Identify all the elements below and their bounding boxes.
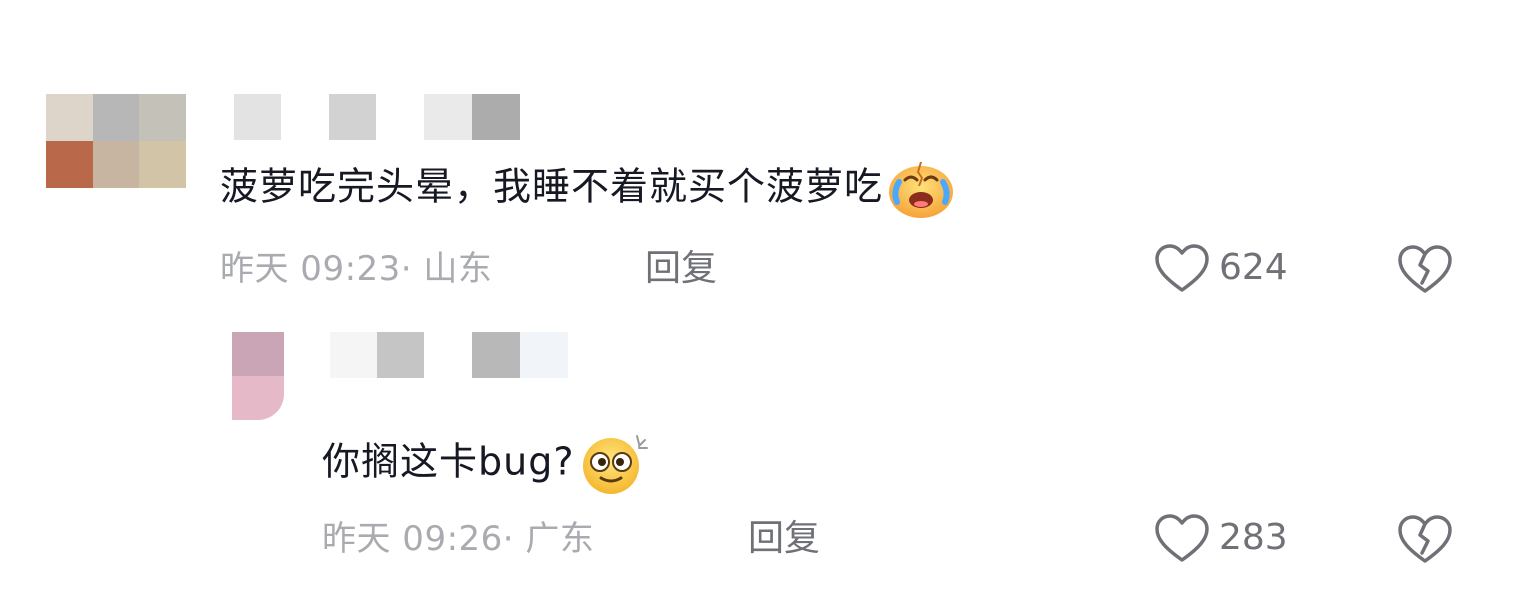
heart-icon: [1153, 242, 1211, 294]
mosaic-cell: [330, 332, 377, 378]
mosaic-cell: [232, 376, 284, 420]
dislike-button[interactable]: [1396, 513, 1454, 565]
comment-text-content: 菠萝吃完头晕，我睡不着就买个菠萝吃: [220, 164, 884, 209]
reply-text-content: 你搁这卡bug?: [322, 439, 575, 484]
mosaic-cell: [281, 117, 329, 140]
username-blurred-suffix: [424, 94, 520, 140]
mosaic-cell: [377, 332, 424, 378]
reply-meta: 昨天 09:26· 广东: [322, 519, 595, 559]
mosaic-cell: [234, 94, 282, 117]
dislike-button[interactable]: [1396, 243, 1454, 295]
dizzy-eyes-emoji: [577, 432, 651, 496]
broken-heart-icon: [1396, 243, 1454, 295]
mosaic-cell: [328, 94, 376, 117]
reply-text: 你搁这卡bug?: [322, 432, 651, 496]
crying-face-emoji: [885, 158, 957, 220]
comment-meta: 昨天 09:23· 山东: [220, 249, 493, 289]
like-button[interactable]: 624: [1153, 242, 1288, 294]
mosaic-cell: [424, 94, 472, 140]
mosaic-cell: [234, 117, 282, 140]
mosaic-cell: [281, 94, 329, 117]
mosaic-cell: [520, 332, 568, 378]
username-blurred-suffix: [472, 332, 568, 378]
mosaic-cell: [328, 117, 376, 140]
mosaic-cell: [139, 141, 186, 188]
mosaic-cell: [92, 94, 140, 141]
username-blurred[interactable]: [330, 332, 424, 378]
reply-button[interactable]: 回复: [748, 516, 820, 562]
like-button[interactable]: 283: [1153, 512, 1288, 564]
mosaic-cell: [46, 141, 93, 188]
reply-button[interactable]: 回复: [645, 246, 717, 292]
comment-text: 菠萝吃完头晕，我睡不着就买个菠萝吃: [220, 158, 957, 220]
mosaic-cell: [92, 141, 140, 188]
broken-heart-icon: [1396, 513, 1454, 565]
heart-icon: [1153, 512, 1211, 564]
mosaic-cell: [472, 94, 520, 140]
mosaic-cell: [139, 94, 186, 141]
mosaic-cell: [46, 94, 93, 141]
avatar[interactable]: [232, 332, 284, 420]
avatar[interactable]: [46, 94, 186, 188]
like-count: 283: [1219, 517, 1288, 558]
mosaic-cell: [232, 332, 284, 376]
mosaic-cell: [472, 332, 520, 378]
username-blurred[interactable]: [234, 94, 376, 140]
like-count: 624: [1219, 247, 1288, 288]
